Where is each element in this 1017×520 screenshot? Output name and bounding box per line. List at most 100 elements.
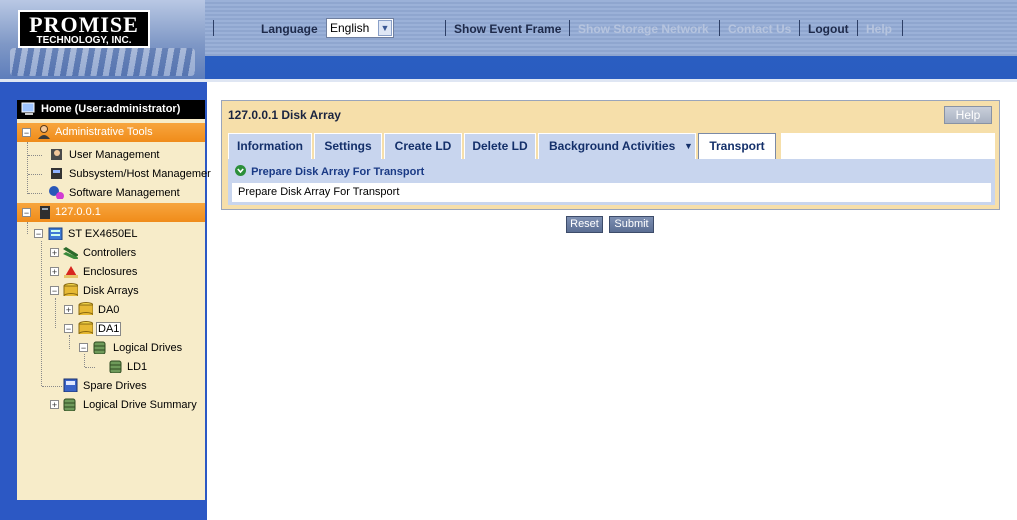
subsystem-icon xyxy=(51,168,62,179)
tree-home[interactable]: Home (User:administrator) xyxy=(17,100,205,119)
tree-line xyxy=(69,335,70,349)
computer-icon xyxy=(21,102,35,115)
collapse-icon[interactable]: − xyxy=(79,343,88,353)
logical-drive-icon xyxy=(109,360,122,373)
nav-logout[interactable]: Logout xyxy=(808,22,849,36)
language-value: English xyxy=(330,21,370,35)
tree-line xyxy=(41,241,42,386)
tree-line xyxy=(85,367,95,368)
tree-line xyxy=(28,155,42,156)
tree-line xyxy=(84,354,85,367)
disk-array-icon xyxy=(63,283,78,296)
section-row: Prepare Disk Array For Transport xyxy=(232,183,991,202)
tree-da1[interactable]: DA1 xyxy=(96,322,122,336)
section-title-text: Prepare Disk Array For Transport xyxy=(251,166,425,178)
logo-area: PROMISE TECHNOLOGY, INC. xyxy=(0,0,205,80)
tree-logical-drives[interactable]: Logical Drives xyxy=(113,342,182,354)
tree-line xyxy=(27,142,28,194)
disk-array-icon xyxy=(78,302,93,315)
tree-line xyxy=(28,193,42,194)
nav-separator xyxy=(799,20,800,36)
panel-title: 127.0.0.1 Disk Array xyxy=(228,108,341,122)
nav-separator xyxy=(213,20,214,36)
collapse-icon[interactable]: − xyxy=(22,128,31,138)
host-label: 127.0.0.1 xyxy=(55,206,101,218)
chevron-down-icon[interactable]: ▼ xyxy=(378,20,392,36)
tab-background-activities-label: Background Activities xyxy=(549,139,676,153)
logical-drives-icon xyxy=(93,341,106,354)
admin-tools-label: Administrative Tools xyxy=(55,126,153,138)
tree-software-management[interactable]: Software Management xyxy=(69,187,180,199)
reset-button[interactable]: Reset xyxy=(566,216,603,233)
nav-help: Help xyxy=(866,22,893,36)
tab-information[interactable]: Information xyxy=(228,133,312,159)
user-icon xyxy=(38,125,50,139)
expand-icon[interactable]: + xyxy=(50,267,59,277)
sidebar xyxy=(0,82,207,520)
nav-separator xyxy=(857,20,858,36)
navigation-tree xyxy=(17,102,205,500)
expand-circle-icon[interactable] xyxy=(235,165,248,176)
tab-background-activities[interactable]: Background Activities ▼ xyxy=(538,133,696,159)
logo-line1: PROMISE xyxy=(29,12,139,37)
tree-controllers[interactable]: Controllers xyxy=(83,247,136,259)
tree-logical-drive-summary[interactable]: Logical Drive Summary xyxy=(83,399,197,411)
top-header: PROMISE TECHNOLOGY, INC. Language Englis… xyxy=(0,0,1017,80)
tree-subsystem-host-management[interactable]: Subsystem/Host Managemer xyxy=(69,168,211,180)
nav-separator xyxy=(719,20,720,36)
server-icon xyxy=(40,206,50,219)
tab-bar-filler xyxy=(781,133,995,159)
tree-enclosures[interactable]: Enclosures xyxy=(83,266,137,278)
nav-contact-us: Contact Us xyxy=(728,22,792,36)
tab-content: Prepare Disk Array For Transport Prepare… xyxy=(228,159,995,205)
expand-icon[interactable]: + xyxy=(50,248,59,258)
collapse-icon[interactable]: − xyxy=(22,208,31,218)
tree-user-management[interactable]: User Management xyxy=(69,149,160,161)
tab-bar: Information Settings Create LD Delete LD… xyxy=(228,133,995,159)
promise-logo: PROMISE TECHNOLOGY, INC. xyxy=(18,10,150,48)
nav-separator xyxy=(569,20,570,36)
nav-show-storage-network: Show Storage Network xyxy=(578,22,709,36)
tree-host[interactable]: − 127.0.0.1 xyxy=(17,203,205,222)
help-button[interactable]: Help xyxy=(944,106,992,124)
tree-line xyxy=(28,174,42,175)
collapse-icon[interactable]: − xyxy=(64,324,73,334)
nav-show-event-frame[interactable]: Show Event Frame xyxy=(454,22,561,36)
submit-button[interactable]: Submit xyxy=(609,216,654,233)
nav-separator xyxy=(902,20,903,36)
tree-line xyxy=(55,298,56,328)
tree-admin-tools[interactable]: − Administrative Tools xyxy=(17,123,205,142)
language-label: Language xyxy=(261,22,318,36)
logical-drive-summary-icon xyxy=(63,398,76,411)
language-select[interactable]: English ▼ xyxy=(326,18,394,38)
controller-icon xyxy=(63,247,78,259)
collapse-icon[interactable]: − xyxy=(50,286,59,296)
tree-line xyxy=(27,222,28,234)
tree-spare-drives[interactable]: Spare Drives xyxy=(83,380,147,392)
tree-disk-arrays[interactable]: Disk Arrays xyxy=(83,285,139,297)
tab-transport[interactable]: Transport xyxy=(698,133,776,159)
logo-line2: TECHNOLOGY, INC. xyxy=(36,35,132,46)
tab-create-ld[interactable]: Create LD xyxy=(384,133,462,159)
disk-array-icon xyxy=(78,321,93,334)
nav-separator xyxy=(445,20,446,36)
expand-icon[interactable]: + xyxy=(50,400,59,410)
enclosure-icon xyxy=(64,266,78,278)
logo-decoration xyxy=(10,48,195,76)
spare-drives-icon xyxy=(63,378,78,392)
subsystem-icon xyxy=(48,227,63,240)
expand-icon[interactable]: + xyxy=(64,305,73,315)
software-icon xyxy=(49,186,64,199)
tree-ld1[interactable]: LD1 xyxy=(127,361,147,373)
user-management-icon xyxy=(51,149,62,160)
section-title: Prepare Disk Array For Transport xyxy=(235,165,425,178)
tab-delete-ld[interactable]: Delete LD xyxy=(464,133,536,159)
home-label: Home (User:administrator) xyxy=(41,103,181,115)
section-text: Prepare Disk Array For Transport xyxy=(238,186,400,198)
tab-settings[interactable]: Settings xyxy=(314,133,382,159)
tree-subsystem[interactable]: ST EX4650EL xyxy=(68,228,138,240)
tree-line xyxy=(42,386,62,387)
collapse-icon[interactable]: − xyxy=(34,229,43,239)
tree-da0[interactable]: DA0 xyxy=(98,304,119,316)
chevron-down-icon[interactable]: ▼ xyxy=(684,134,693,159)
